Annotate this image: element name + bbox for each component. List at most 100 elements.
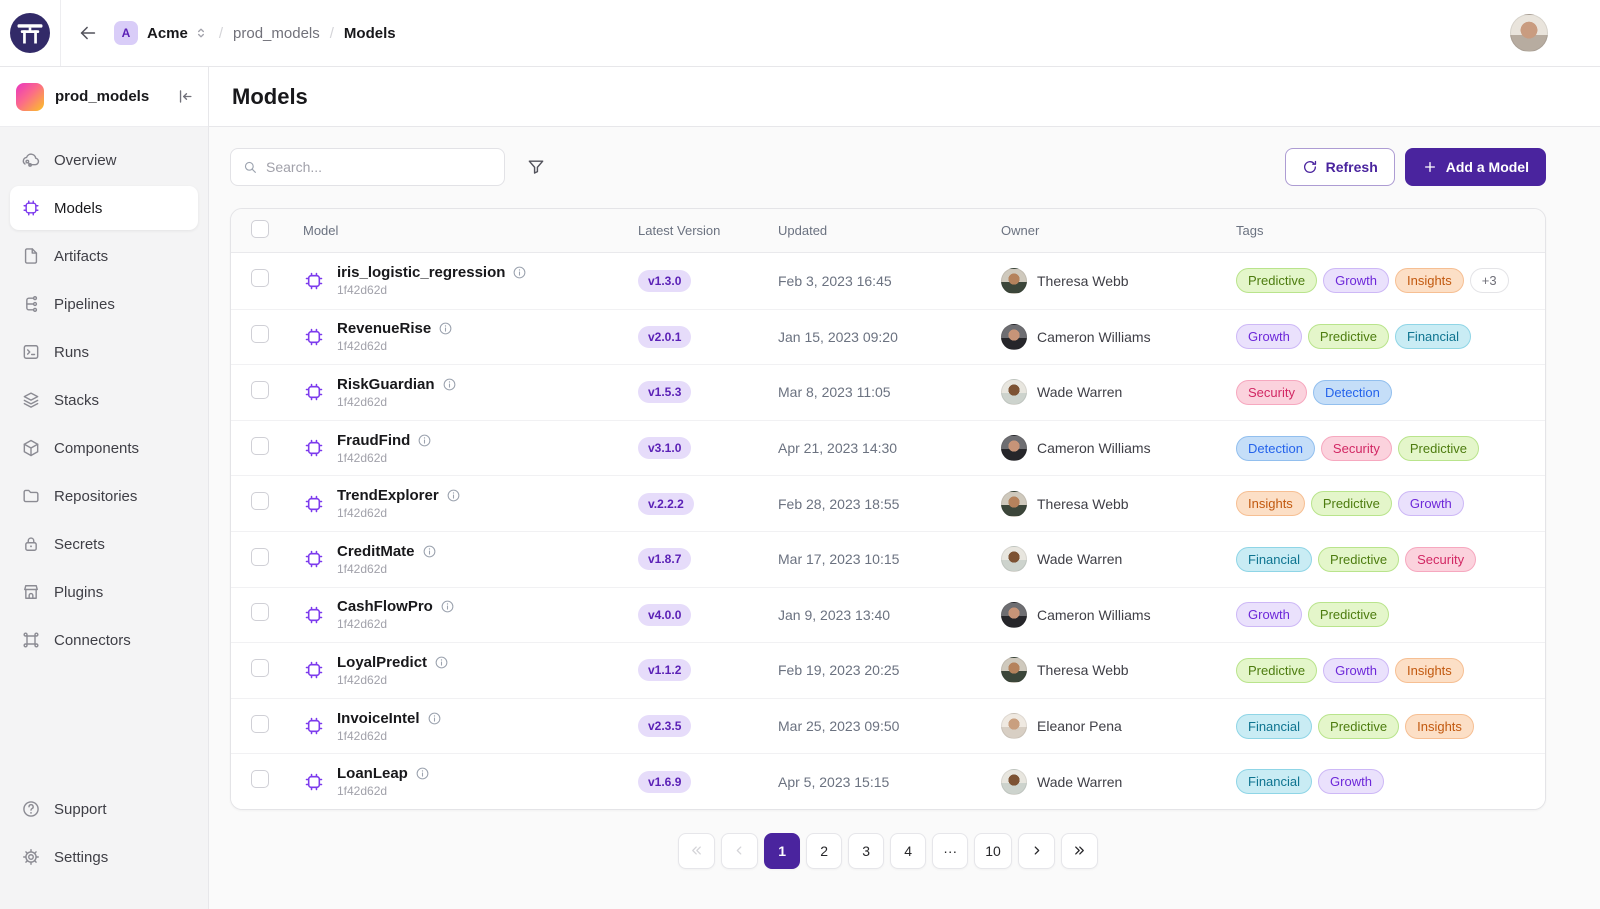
version-badge[interactable]: v2.3.5 — [638, 715, 691, 737]
model-name[interactable]: RiskGuardian — [337, 376, 435, 393]
back-button[interactable] — [74, 19, 102, 47]
tag-pill[interactable]: Growth — [1323, 658, 1389, 683]
breadcrumb-project[interactable]: prod_models — [233, 25, 320, 42]
tag-pill[interactable]: Predictive — [1311, 491, 1392, 516]
sidebar-item-components[interactable]: Components — [10, 426, 198, 470]
refresh-button[interactable]: Refresh — [1285, 148, 1395, 186]
version-badge[interactable]: v1.3.0 — [638, 270, 691, 292]
tag-pill[interactable]: Growth — [1236, 324, 1302, 349]
tag-pill[interactable]: Predictive — [1398, 436, 1479, 461]
tag-pill[interactable]: Predictive — [1236, 268, 1317, 293]
tag-pill[interactable]: Insights — [1395, 268, 1464, 293]
tag-pill[interactable]: Security — [1405, 547, 1476, 572]
version-badge[interactable]: v1.8.7 — [638, 548, 691, 570]
info-icon[interactable] — [427, 711, 442, 726]
version-badge[interactable]: v4.0.0 — [638, 604, 691, 626]
model-name[interactable]: CashFlowPro — [337, 598, 433, 615]
page-button-3[interactable]: 3 — [848, 833, 884, 869]
version-badge[interactable]: v3.1.0 — [638, 437, 691, 459]
tag-pill[interactable]: Growth — [1398, 491, 1464, 516]
tag-pill[interactable]: Growth — [1236, 602, 1302, 627]
version-badge[interactable]: v1.5.3 — [638, 381, 691, 403]
model-name[interactable]: RevenueRise — [337, 320, 431, 337]
sidebar-item-stacks[interactable]: Stacks — [10, 378, 198, 422]
filter-button[interactable] — [526, 157, 546, 177]
tag-pill[interactable]: Insights — [1236, 491, 1305, 516]
row-checkbox[interactable] — [251, 659, 269, 677]
search-input[interactable] — [266, 159, 493, 175]
row-checkbox[interactable] — [251, 770, 269, 788]
model-name[interactable]: TrendExplorer — [337, 487, 439, 504]
page-button-1[interactable]: 1 — [764, 833, 800, 869]
info-icon[interactable] — [415, 766, 430, 781]
tag-pill[interactable]: Financial — [1395, 324, 1471, 349]
info-icon[interactable] — [512, 265, 527, 280]
row-checkbox[interactable] — [251, 492, 269, 510]
tag-pill[interactable]: Financial — [1236, 769, 1312, 794]
sidebar-item-plugins[interactable]: Plugins — [10, 570, 198, 614]
version-badge[interactable]: v1.1.2 — [638, 659, 691, 681]
sidebar-item-overview[interactable]: Overview — [10, 138, 198, 182]
tag-pill[interactable]: Growth — [1318, 769, 1384, 794]
tag-pill[interactable]: Detection — [1236, 436, 1315, 461]
row-checkbox[interactable] — [251, 325, 269, 343]
page-button-2[interactable]: 2 — [806, 833, 842, 869]
info-icon[interactable] — [422, 544, 437, 559]
version-badge[interactable]: v1.6.9 — [638, 771, 691, 793]
tag-pill[interactable]: Security — [1321, 436, 1392, 461]
info-icon[interactable] — [446, 488, 461, 503]
row-checkbox[interactable] — [251, 603, 269, 621]
sidebar-item-runs[interactable]: Runs — [10, 330, 198, 374]
tag-pill[interactable]: Growth — [1323, 268, 1389, 293]
info-icon[interactable] — [438, 321, 453, 336]
select-all-checkbox[interactable] — [251, 220, 269, 238]
model-name[interactable]: InvoiceIntel — [337, 710, 420, 727]
version-badge[interactable]: v.2.2.2 — [638, 493, 694, 515]
sidebar-item-models[interactable]: Models — [10, 186, 198, 230]
tag-pill[interactable]: Insights — [1395, 658, 1464, 683]
page-button-prev[interactable] — [721, 833, 758, 869]
tag-pill[interactable]: Predictive — [1308, 602, 1389, 627]
page-button-last[interactable] — [1061, 833, 1098, 869]
version-badge[interactable]: v2.0.1 — [638, 326, 691, 348]
sidebar-item-connectors[interactable]: Connectors — [10, 618, 198, 662]
tag-pill[interactable]: Predictive — [1318, 547, 1399, 572]
page-button-10[interactable]: 10 — [974, 833, 1012, 869]
project-name[interactable]: prod_models — [55, 88, 149, 105]
more-tags-pill[interactable]: +3 — [1470, 268, 1509, 293]
info-icon[interactable] — [434, 655, 449, 670]
sidebar-item-secrets[interactable]: Secrets — [10, 522, 198, 566]
page-button-first[interactable] — [678, 833, 715, 869]
row-checkbox[interactable] — [251, 381, 269, 399]
info-icon[interactable] — [442, 377, 457, 392]
sidebar-item-settings[interactable]: Settings — [10, 835, 198, 879]
sidebar-item-support[interactable]: Support — [10, 787, 198, 831]
info-icon[interactable] — [417, 433, 432, 448]
info-icon[interactable] — [440, 599, 455, 614]
zenml-logo-icon[interactable] — [10, 13, 50, 53]
sidebar-collapse-button[interactable] — [175, 87, 194, 106]
page-button-4[interactable]: 4 — [890, 833, 926, 869]
tag-pill[interactable]: Predictive — [1236, 658, 1317, 683]
model-name[interactable]: iris_logistic_regression — [337, 264, 505, 281]
model-name[interactable]: FraudFind — [337, 432, 410, 449]
tag-pill[interactable]: Financial — [1236, 714, 1312, 739]
row-checkbox[interactable] — [251, 269, 269, 287]
tag-pill[interactable]: Detection — [1313, 380, 1392, 405]
row-checkbox[interactable] — [251, 437, 269, 455]
model-name[interactable]: LoyalPredict — [337, 654, 427, 671]
tag-pill[interactable]: Security — [1236, 380, 1307, 405]
sidebar-item-repositories[interactable]: Repositories — [10, 474, 198, 518]
tag-pill[interactable]: Insights — [1405, 714, 1474, 739]
tag-pill[interactable]: Financial — [1236, 547, 1312, 572]
sidebar-item-artifacts[interactable]: Artifacts — [10, 234, 198, 278]
row-checkbox[interactable] — [251, 715, 269, 733]
model-name[interactable]: CreditMate — [337, 543, 415, 560]
user-avatar[interactable] — [1510, 14, 1548, 52]
add-model-button[interactable]: Add a Model — [1405, 148, 1546, 186]
page-button-next[interactable] — [1018, 833, 1055, 869]
row-checkbox[interactable] — [251, 548, 269, 566]
org-name[interactable]: Acme — [147, 25, 188, 42]
model-name[interactable]: LoanLeap — [337, 765, 408, 782]
sidebar-item-pipelines[interactable]: Pipelines — [10, 282, 198, 326]
